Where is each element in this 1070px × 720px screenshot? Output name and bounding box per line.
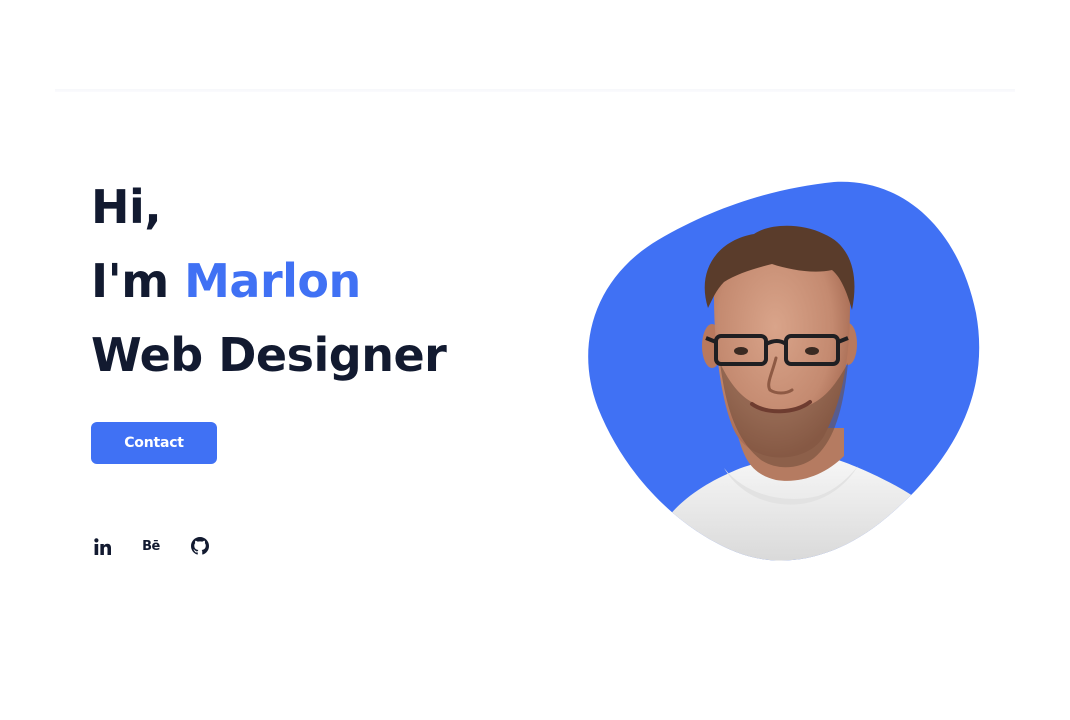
hero-title: Hi, I'm Marlon Web Designer [91, 170, 447, 392]
hero-role: Web Designer [91, 328, 447, 382]
behance-icon: Bē [142, 538, 160, 554]
header-divider [55, 89, 1015, 92]
github-icon [191, 537, 209, 555]
github-link[interactable] [189, 534, 211, 558]
portrait-left-eye [734, 347, 748, 355]
contact-button[interactable]: Contact [91, 422, 217, 464]
social-links: Bē [91, 534, 238, 558]
behance-link[interactable]: Bē [140, 534, 162, 558]
hero-intro: I'm Marlon [91, 244, 446, 318]
hero-greeting: Hi, [91, 180, 162, 234]
hero-intro-prefix: I'm [91, 254, 185, 308]
portrait-right-eye [805, 347, 819, 355]
hero-name: Marlon [184, 254, 361, 308]
linkedin-icon [93, 537, 111, 555]
linkedin-link[interactable] [91, 534, 113, 558]
hero-portrait [588, 181, 980, 561]
